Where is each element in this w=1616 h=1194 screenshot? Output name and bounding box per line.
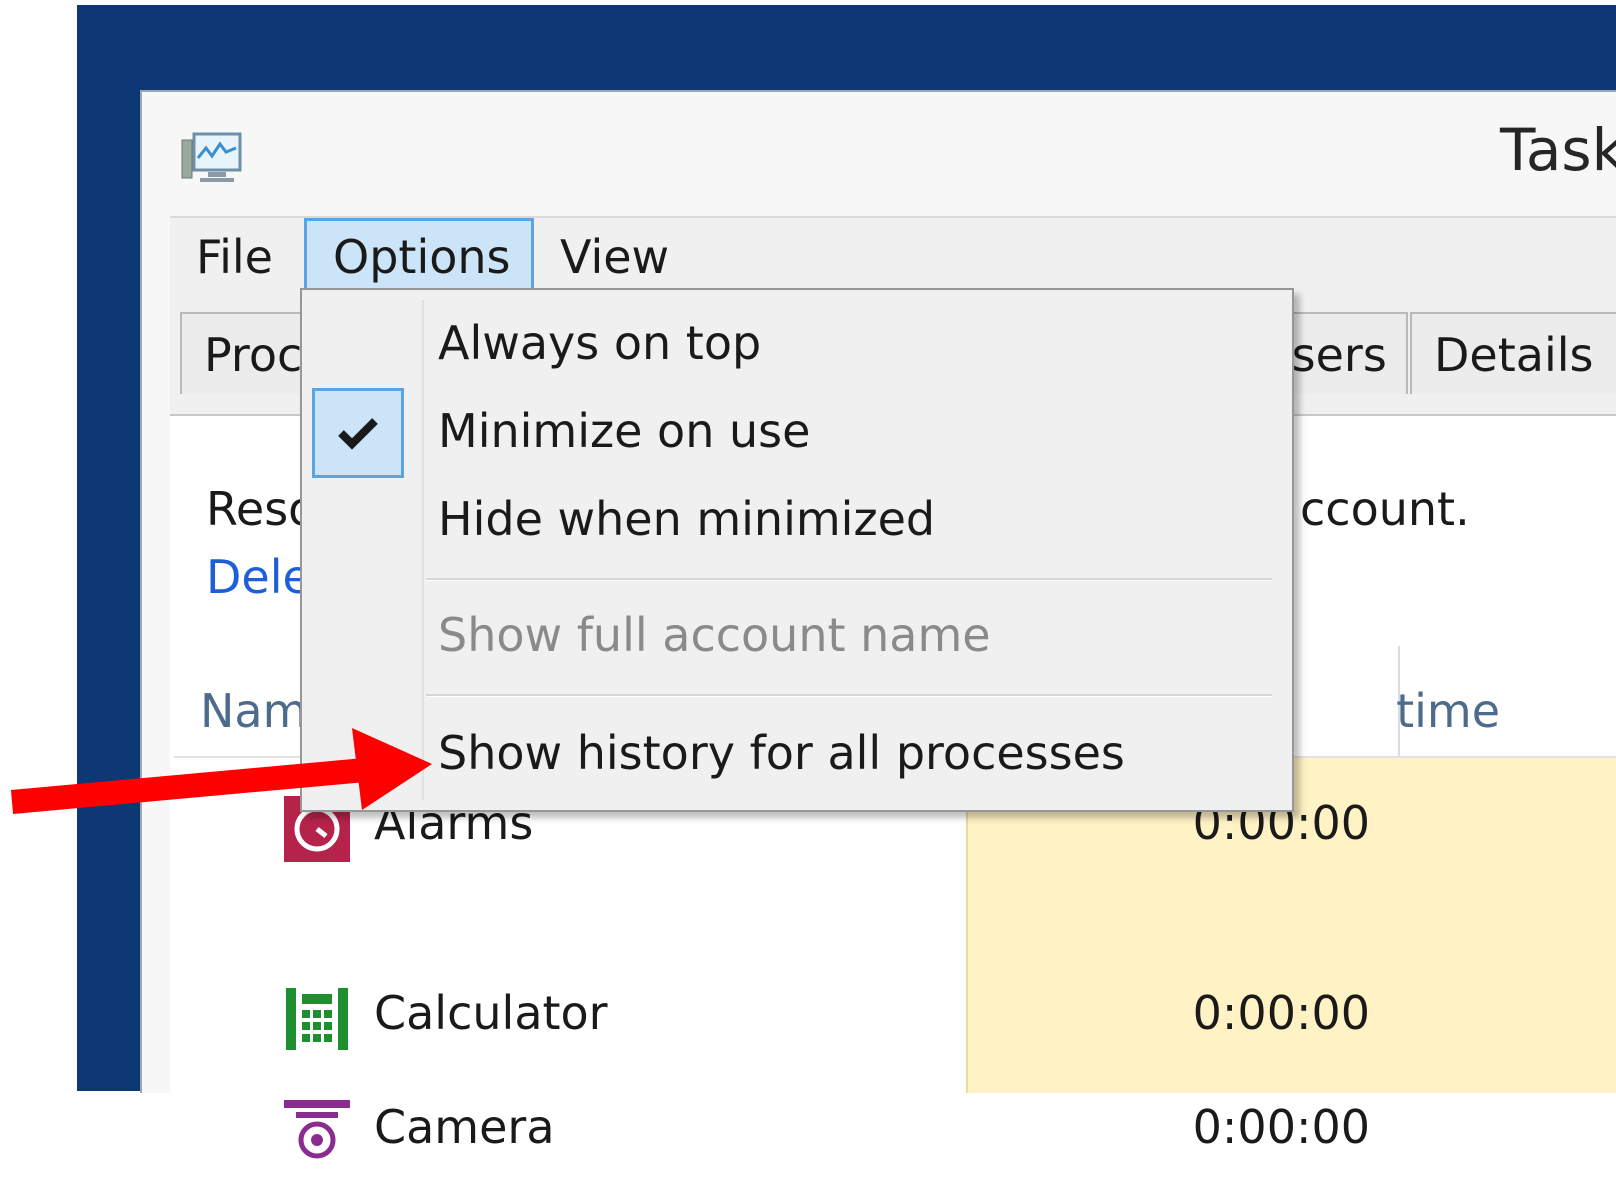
process-cpu-time: 0:00:00 [1192,1100,1370,1154]
menu-item-always-on-top[interactable]: Always on top [438,316,761,370]
checkmark-icon [338,418,378,450]
description-text-end: ccount. [1300,482,1470,536]
camera-icon [284,1100,350,1159]
menu-bar: File Options View [170,216,1616,298]
process-name: Calculator [374,986,608,1040]
table-row[interactable]: Calculator 0:00:00 [170,972,1616,1082]
menu-view[interactable]: View [534,218,695,296]
process-name: Camera [374,1100,555,1154]
column-header-name[interactable]: Nam [200,684,307,738]
calculator-icon [284,986,350,1052]
menu-item-minimize-on-use[interactable]: Minimize on use [438,404,810,458]
menu-gutter-divider [422,300,424,800]
menu-separator [426,694,1272,697]
window-title: Task [1500,116,1616,184]
menu-file[interactable]: File [170,218,299,296]
menu-item-show-full-account-name: Show full account name [438,608,991,662]
menu-options[interactable]: Options [304,218,534,296]
process-cpu-time: 0:00:00 [1192,986,1370,1040]
task-manager-icon [181,132,242,182]
delete-history-link[interactable]: Dele [206,550,311,604]
tab-details[interactable]: Details [1410,312,1616,394]
column-header-cpu-time[interactable]: time [1300,684,1500,738]
table-row[interactable]: Camera 0:00:00 [170,1084,1616,1194]
menu-item-hide-when-minimized[interactable]: Hide when minimized [438,492,935,546]
menu-separator [426,578,1272,581]
menu-item-show-history-for-all-processes[interactable]: Show history for all processes [438,726,1125,780]
checked-indicator [312,388,404,478]
options-dropdown-menu: Always on top Minimize on use Hide when … [300,288,1294,812]
